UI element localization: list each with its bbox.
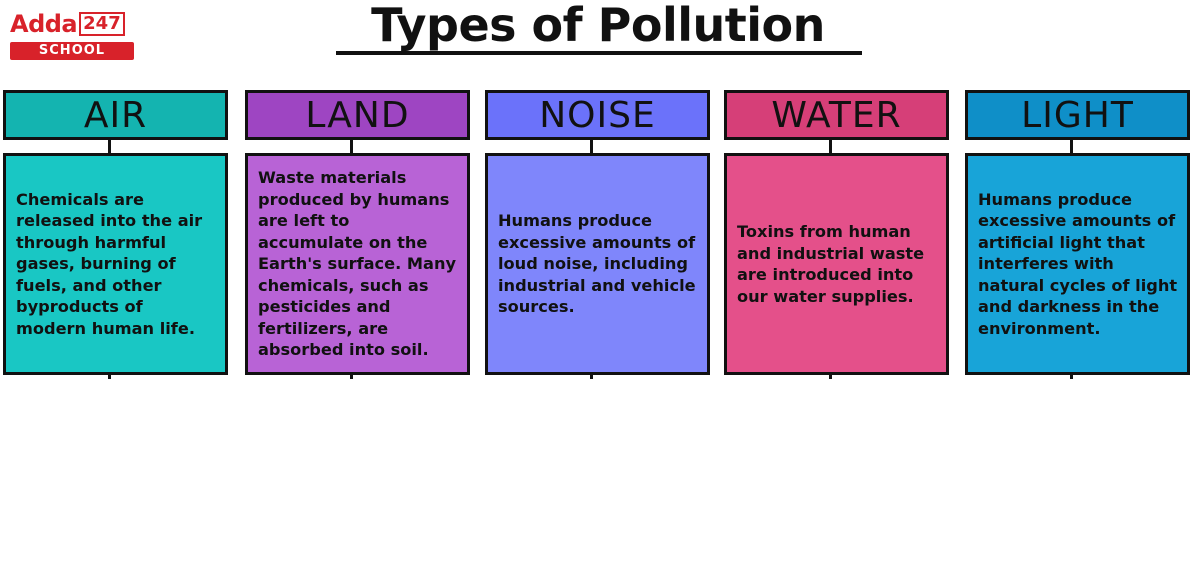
category-header: WATER — [724, 90, 949, 140]
category-description: Chemicals are released into the air thro… — [16, 189, 203, 338]
connector-line — [108, 140, 111, 154]
category-description-box: Toxins from human and industrial waste a… — [724, 153, 949, 375]
category-description: Humans produce excessive amounts of loud… — [498, 211, 696, 317]
bottom-tick — [108, 372, 111, 379]
bottom-tick — [350, 372, 353, 379]
pollution-column-water: WATER Toxins from human and industrial w… — [724, 90, 949, 379]
connector-line — [1070, 140, 1073, 154]
pollution-column-air: AIR Chemicals are released into the air … — [3, 90, 228, 379]
bottom-tick — [1070, 372, 1073, 379]
pollution-column-land: LAND Waste materials produced by humans … — [245, 90, 470, 379]
bottom-tick — [590, 372, 593, 379]
connector-line — [590, 140, 593, 154]
category-header: AIR — [3, 90, 228, 140]
category-description: Waste materials produced by humans are l… — [258, 168, 457, 360]
category-description: Humans produce excessive amounts of arti… — [978, 189, 1178, 338]
category-description-box: Humans produce excessive amounts of loud… — [485, 153, 710, 375]
category-header: NOISE — [485, 90, 710, 140]
pollution-column-light: LIGHT Humans produce excessive amounts o… — [965, 90, 1190, 379]
title-underline — [336, 51, 862, 55]
category-header: LAND — [245, 90, 470, 140]
page-title: Types of Pollution — [371, 0, 825, 52]
connector-line — [829, 140, 832, 154]
category-header: LIGHT — [965, 90, 1190, 140]
bottom-tick — [829, 372, 832, 379]
category-description-box: Humans produce excessive amounts of arti… — [965, 153, 1190, 375]
category-description: Toxins from human and industrial waste a… — [737, 222, 925, 306]
category-description-box: Waste materials produced by humans are l… — [245, 153, 470, 375]
pollution-column-noise: NOISE Humans produce excessive amounts o… — [485, 90, 710, 379]
category-description-box: Chemicals are released into the air thro… — [3, 153, 228, 375]
connector-line — [350, 140, 353, 154]
